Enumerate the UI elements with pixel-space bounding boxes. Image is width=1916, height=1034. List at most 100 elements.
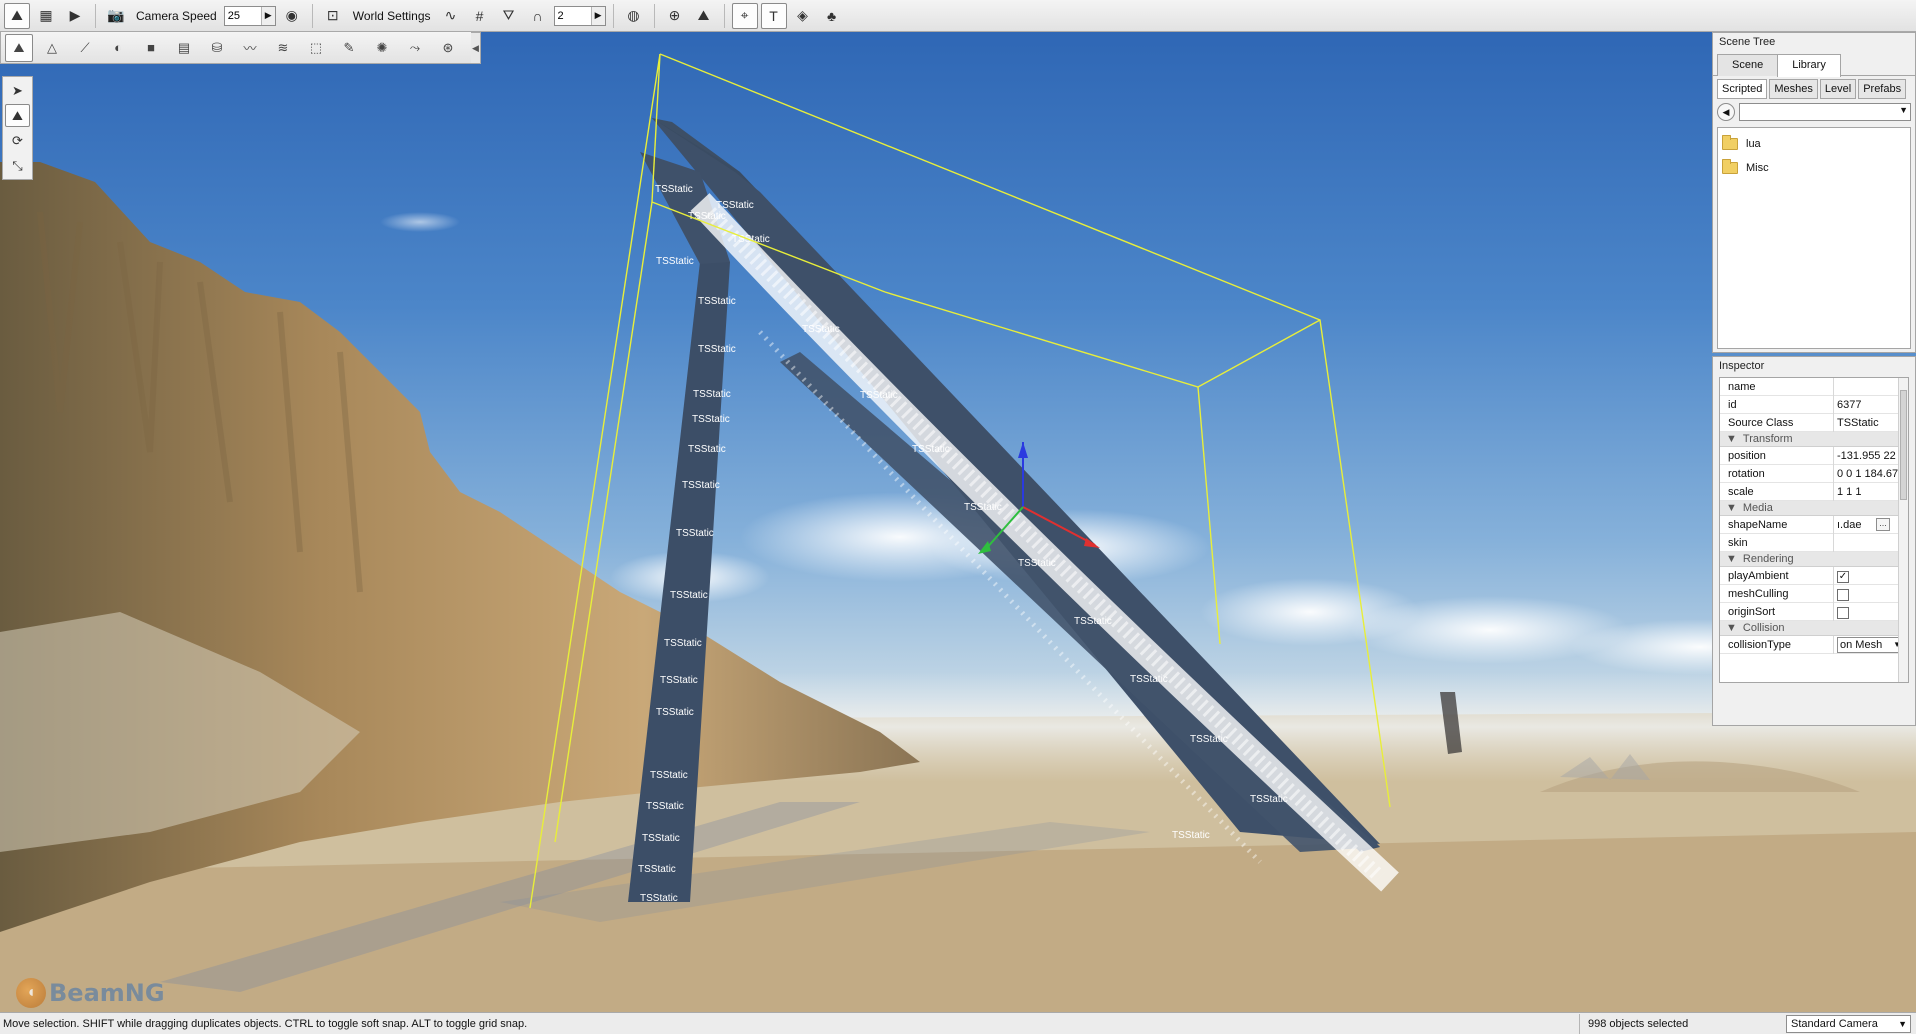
back-icon[interactable]: ◀ xyxy=(1717,103,1735,121)
chevron-right-icon[interactable]: ▶ xyxy=(590,6,605,25)
sketch-icon[interactable]: ■ xyxy=(137,34,165,62)
snap-rotate-icon[interactable]: ∿ xyxy=(438,3,464,29)
decal-icon[interactable]: ▤ xyxy=(170,34,198,62)
subtab-prefabs[interactable]: Prefabs xyxy=(1858,79,1907,99)
subtab-meshes[interactable]: Meshes xyxy=(1769,79,1818,99)
select-arrow-icon[interactable]: ➤ xyxy=(5,79,30,102)
play-ambient-checkbox[interactable]: ✓ xyxy=(1837,571,1849,584)
collapse-arrow-icon: ▼ xyxy=(1726,553,1737,565)
property-row: rotation 0 0 1 184.67 xyxy=(1720,464,1908,483)
terrain-painter-icon[interactable]: ⟋ xyxy=(71,34,99,62)
grid-snap-icon[interactable]: # xyxy=(467,3,493,29)
scale-field[interactable]: 1 1 1 xyxy=(1834,483,1908,501)
object-label: TSStatic xyxy=(638,864,676,875)
collision-type-value: on Mesh xyxy=(1840,638,1883,651)
decal-road-icon[interactable]: ⤳ xyxy=(401,34,429,62)
object-label: TSStatic xyxy=(682,480,720,491)
group-collision[interactable]: ▼ Collision xyxy=(1720,621,1908,636)
tab-scene[interactable]: Scene xyxy=(1717,54,1779,76)
object-label: TSStatic xyxy=(1074,616,1112,627)
object-label: TSStatic xyxy=(655,184,693,195)
mesh-road-icon[interactable]: ≋ xyxy=(269,34,297,62)
text-label-icon[interactable]: T xyxy=(760,2,787,29)
browse-button[interactable]: … xyxy=(1876,517,1890,531)
object-box-icon[interactable]: ⛰ xyxy=(691,3,717,29)
shape-name-value: ı.dae xyxy=(1837,518,1862,531)
tab-library[interactable]: Library xyxy=(1777,54,1841,77)
object-label: TSStatic xyxy=(656,256,694,267)
chevron-down-icon: ▼ xyxy=(1899,105,1908,115)
navmesh-icon[interactable]: ⊛ xyxy=(434,34,462,62)
selection-icon[interactable]: ⌖ xyxy=(731,2,758,29)
particle-icon[interactable]: ✺ xyxy=(368,34,396,62)
forest-brush-icon[interactable]: ✎ xyxy=(335,34,363,62)
object-label: TSStatic xyxy=(698,344,736,355)
list-item-label: Misc xyxy=(1746,162,1769,174)
property-row: shapeName ı.dae … ✲ xyxy=(1720,515,1908,534)
camera-speed-input[interactable] xyxy=(224,6,261,25)
group-transform[interactable]: ▼ Transform xyxy=(1720,432,1908,447)
mission-area-icon[interactable]: ⬚ xyxy=(302,34,330,62)
object-center-icon[interactable]: ⊕ xyxy=(662,3,688,29)
world-settings-label[interactable]: World Settings xyxy=(349,9,435,23)
camera-icon[interactable]: 📷 xyxy=(103,3,129,29)
list-item[interactable]: lua xyxy=(1718,132,1910,156)
inspector-title: Inspector xyxy=(1719,360,1765,372)
name-field[interactable] xyxy=(1834,378,1908,396)
snap-size-input[interactable] xyxy=(554,6,591,25)
camera-speed-stepper[interactable]: ▶ xyxy=(223,5,276,26)
bounds-icon[interactable]: ◍ xyxy=(621,3,647,29)
play-icon[interactable]: ▶ xyxy=(62,3,88,29)
rotate-gizmo-icon[interactable]: ⟳ xyxy=(5,129,30,152)
skin-field[interactable] xyxy=(1834,534,1908,552)
property-label: position xyxy=(1720,446,1834,465)
group-media[interactable]: ▼ Media xyxy=(1720,501,1908,516)
object-editor-icon[interactable]: ⛰ xyxy=(5,33,33,62)
subtab-level[interactable]: Level xyxy=(1819,79,1857,99)
river-icon[interactable]: 〰 xyxy=(236,34,264,62)
scale-gizmo-icon[interactable]: ⤡ xyxy=(5,154,30,177)
camera-speed-label: Camera Speed xyxy=(136,8,217,23)
object-label: TSStatic xyxy=(650,770,688,781)
property-label: originSort xyxy=(1720,602,1834,621)
watermark-text: BeamNG xyxy=(49,979,165,1007)
shape-name-field[interactable]: ı.dae … ✲ xyxy=(1834,516,1908,534)
mesh-culling-checkbox[interactable] xyxy=(1837,589,1849,602)
visibility-icon[interactable]: ◉ xyxy=(279,3,305,29)
list-item[interactable]: Misc xyxy=(1718,156,1910,180)
magnet-icon[interactable]: ∩ xyxy=(525,3,551,29)
subtab-scripted[interactable]: Scripted xyxy=(1717,79,1768,99)
object-label: TSStatic xyxy=(688,211,726,222)
toolbar-divider xyxy=(612,3,614,28)
road-icon[interactable]: ⛁ xyxy=(203,34,231,62)
gui-editor-icon[interactable]: ▦ xyxy=(33,3,59,29)
scrollbar-thumb[interactable] xyxy=(1900,390,1907,500)
forest-icon[interactable]: ♣ xyxy=(819,3,845,29)
fit-view-icon[interactable]: ⊡ xyxy=(320,3,346,29)
object-label: TSStatic xyxy=(642,833,680,844)
collapse-toolbar-icon[interactable]: ◀ xyxy=(471,32,481,64)
group-rendering[interactable]: ▼ Rendering xyxy=(1720,552,1908,567)
world-editor-icon[interactable]: ⛰ xyxy=(4,2,30,29)
3d-viewport[interactable]: TSStatic TSStatic TSStatic TSStatic TSSt… xyxy=(0,32,1916,1012)
object-label: TSStatic xyxy=(912,444,950,455)
property-row: scale 1 1 1 xyxy=(1720,482,1908,501)
terrain-snap-icon[interactable]: ⛛ xyxy=(496,3,522,29)
rotation-field[interactable]: 0 0 1 184.67 xyxy=(1834,465,1908,483)
inspector-scrollbar[interactable] xyxy=(1898,378,1908,682)
move-gizmo-icon[interactable]: ⛰ xyxy=(5,104,30,127)
library-path-select[interactable]: ▼ xyxy=(1739,103,1911,121)
collision-type-select[interactable]: on Mesh ▼ xyxy=(1837,636,1904,653)
property-label: name xyxy=(1720,378,1834,396)
position-field[interactable]: -131.955 22 xyxy=(1834,447,1908,465)
origin-sort-checkbox[interactable] xyxy=(1837,607,1849,620)
render-obj-icon[interactable]: ◈ xyxy=(790,3,816,29)
toolbar-divider xyxy=(653,3,655,28)
snap-size-stepper[interactable]: ▶ xyxy=(553,5,606,26)
material-icon[interactable]: ◐ xyxy=(104,34,132,62)
folder-icon xyxy=(1722,159,1738,174)
group-label: Collision xyxy=(1742,622,1785,634)
chevron-right-icon[interactable]: ▶ xyxy=(260,6,275,25)
camera-mode-select[interactable]: Standard Camera ▼ xyxy=(1786,1014,1911,1033)
terrain-editor-icon[interactable]: △ xyxy=(38,34,66,62)
